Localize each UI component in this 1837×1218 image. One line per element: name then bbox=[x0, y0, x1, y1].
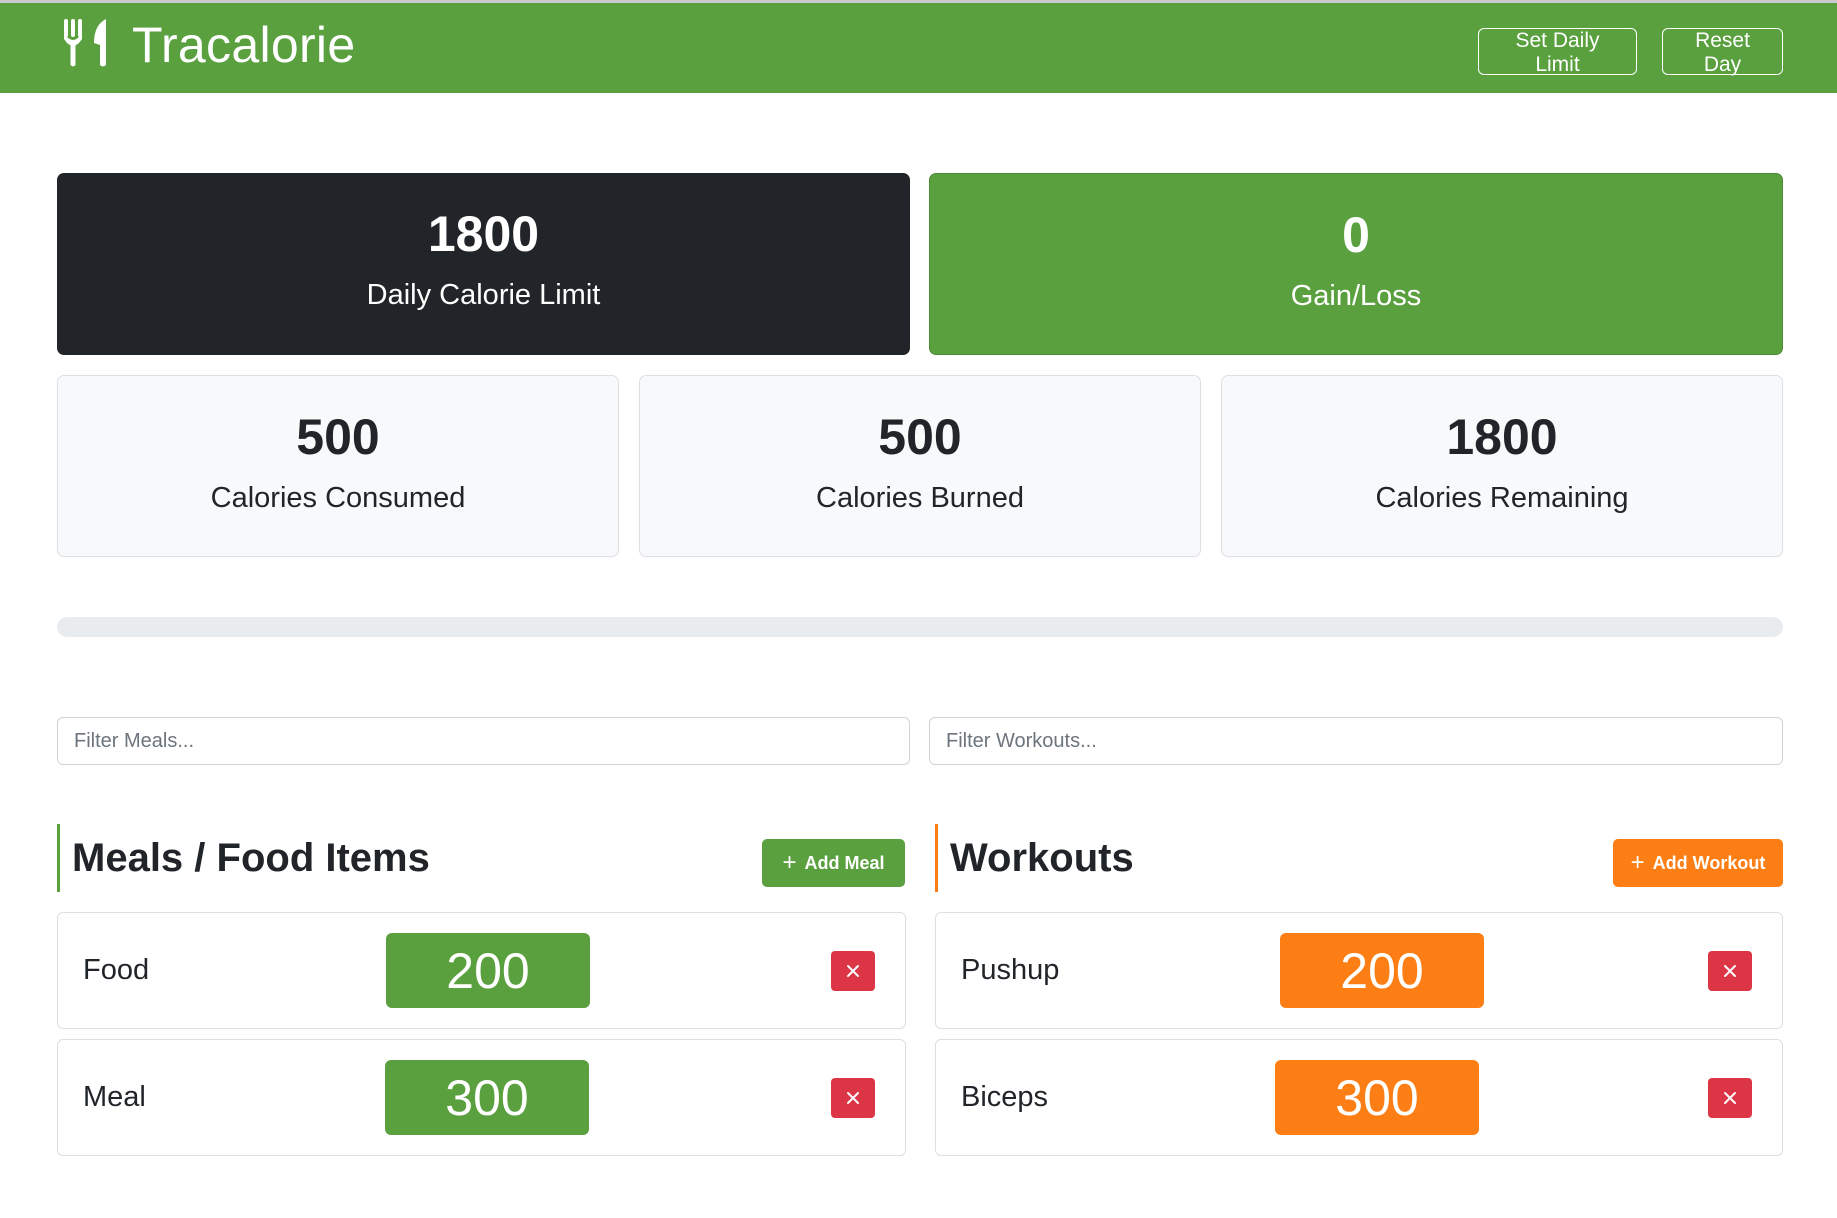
calories-burned-value: 500 bbox=[878, 409, 962, 465]
workout-item-name: Biceps bbox=[961, 1081, 1049, 1113]
daily-limit-label: Daily Calorie Limit bbox=[366, 279, 601, 311]
add-workout-button[interactable]: + Add Workout bbox=[1613, 839, 1783, 887]
calories-burned-label: Calories Burned bbox=[816, 482, 1024, 514]
delete-meal-button[interactable] bbox=[831, 951, 875, 991]
add-meal-label: Add Meal bbox=[804, 852, 885, 873]
delete-workout-button[interactable] bbox=[1708, 951, 1752, 991]
add-meal-button[interactable]: + Add Meal bbox=[762, 839, 905, 887]
calories-consumed-value: 500 bbox=[296, 409, 380, 465]
meal-item-calories: 200 bbox=[386, 933, 590, 1008]
delete-meal-button[interactable] bbox=[831, 1078, 875, 1118]
calories-remaining-value: 1800 bbox=[1446, 409, 1558, 465]
utensils-icon bbox=[62, 17, 114, 74]
delete-workout-button[interactable] bbox=[1708, 1078, 1752, 1118]
gain-loss-card: 0 Gain/Loss bbox=[929, 173, 1783, 355]
brand-title: Tracalorie bbox=[132, 17, 356, 73]
workout-item: Pushup 200 bbox=[935, 912, 1783, 1029]
plus-icon: + bbox=[1630, 849, 1645, 876]
navbar: Tracalorie Set Daily Limit Reset Day bbox=[0, 0, 1837, 93]
brand[interactable]: Tracalorie bbox=[62, 13, 355, 77]
workout-item-name: Pushup bbox=[961, 954, 1060, 986]
meal-item-name: Meal bbox=[83, 1081, 146, 1113]
workout-item-calories: 200 bbox=[1280, 933, 1484, 1008]
calories-consumed-label: Calories Consumed bbox=[210, 482, 466, 514]
filter-workouts-input[interactable] bbox=[929, 717, 1783, 765]
gain-loss-value: 0 bbox=[1342, 207, 1370, 263]
calories-consumed-card: 500 Calories Consumed bbox=[57, 375, 619, 557]
daily-limit-value: 1800 bbox=[427, 206, 540, 262]
filter-meals-input[interactable] bbox=[57, 717, 910, 765]
calories-remaining-card: 1800 Calories Remaining bbox=[1221, 375, 1783, 557]
meals-section-title: Meals / Food Items bbox=[57, 824, 430, 892]
gain-loss-label: Gain/Loss bbox=[1290, 280, 1422, 312]
meal-item: Food 200 bbox=[57, 912, 906, 1029]
close-icon bbox=[1724, 1092, 1736, 1104]
close-icon bbox=[847, 965, 859, 977]
meal-item: Meal 300 bbox=[57, 1039, 906, 1156]
close-icon bbox=[847, 1092, 859, 1104]
plus-icon: + bbox=[782, 849, 797, 876]
meal-item-name: Food bbox=[83, 954, 150, 986]
meal-item-calories: 300 bbox=[385, 1060, 589, 1135]
calories-remaining-label: Calories Remaining bbox=[1375, 482, 1629, 514]
calorie-progress-bar bbox=[57, 617, 1783, 637]
reset-day-button[interactable]: Reset Day bbox=[1662, 28, 1783, 76]
workout-item: Biceps 300 bbox=[935, 1039, 1783, 1156]
close-icon bbox=[1724, 965, 1736, 977]
workout-item-calories: 300 bbox=[1275, 1060, 1479, 1135]
set-daily-limit-button[interactable]: Set Daily Limit bbox=[1478, 28, 1637, 76]
daily-limit-card: 1800 Daily Calorie Limit bbox=[57, 173, 910, 355]
calories-burned-card: 500 Calories Burned bbox=[639, 375, 1201, 557]
workouts-section-title: Workouts bbox=[935, 824, 1134, 892]
add-workout-label: Add Workout bbox=[1652, 852, 1766, 873]
